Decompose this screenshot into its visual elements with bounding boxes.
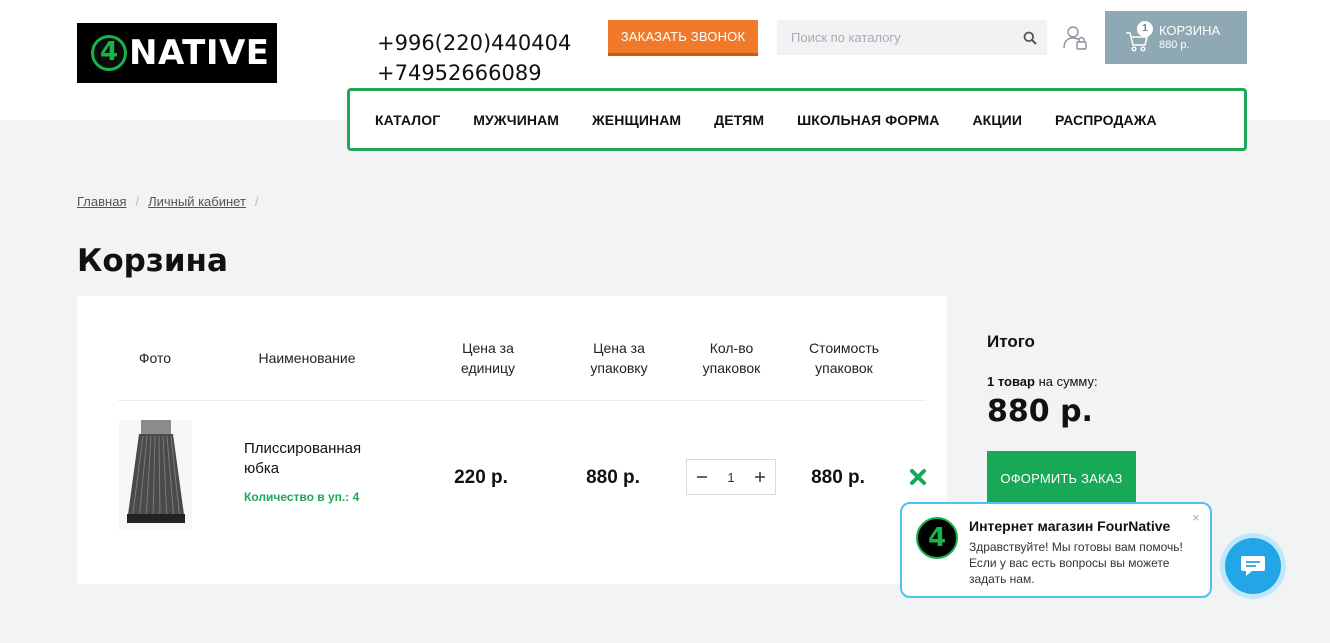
logo[interactable]: 4 NATIVE: [77, 23, 277, 83]
order-callback-button[interactable]: ЗАКАЗАТЬ ЗВОНОК: [608, 20, 758, 56]
search-bar: [777, 20, 1047, 55]
page-title: Корзина: [77, 243, 228, 279]
column-header-total: Стоимость упаковок: [808, 340, 880, 376]
checkout-button[interactable]: ОФОРМИТЬ ЗАКАЗ: [987, 451, 1136, 505]
nav-item-school-uniform[interactable]: ШКОЛЬНАЯ ФОРМА: [797, 112, 939, 128]
nav-item-sale[interactable]: РАСПРОДАЖА: [1055, 112, 1157, 128]
chat-close-icon[interactable]: ×: [1192, 510, 1200, 525]
chat-operator-name: Интернет магазин FourNative: [969, 518, 1171, 534]
chat-greeting-popup[interactable]: 4 Интернет магазин FourNative Здравствуй…: [900, 502, 1212, 598]
pack-price: 880 р.: [586, 467, 640, 488]
unit-price: 220 р.: [454, 467, 508, 488]
breadcrumb-home[interactable]: Главная: [77, 194, 126, 209]
breadcrumb-separator: /: [254, 194, 259, 209]
chat-avatar: 4: [916, 517, 958, 559]
breadcrumb-account[interactable]: Личный кабинет: [148, 194, 246, 209]
quantity-stepper: 1: [686, 459, 776, 495]
cart-button[interactable]: 1 КОРЗИНА 880 р.: [1105, 11, 1247, 64]
quantity-increase-button[interactable]: [745, 460, 775, 494]
product-name[interactable]: Плиссированная юбка: [244, 439, 394, 479]
chat-message: Здравствуйте! Мы готовы вам помочь! Если…: [969, 540, 1183, 586]
search-input[interactable]: [777, 20, 1013, 55]
table-divider: [118, 400, 926, 401]
summary-title: Итого: [987, 332, 1035, 351]
quantity-value[interactable]: 1: [717, 470, 745, 485]
cart-table: Фото Наименование Цена за единицу Цена за…: [77, 296, 947, 584]
breadcrumb: Главная / Личный кабинет /: [77, 194, 268, 209]
quantity-decrease-button[interactable]: [687, 460, 717, 494]
chat-launcher-button[interactable]: [1220, 533, 1286, 599]
nav-item-kids[interactable]: ДЕТЯМ: [714, 112, 764, 128]
breadcrumb-separator: /: [135, 194, 140, 209]
summary-total: 880 р.: [987, 394, 1093, 429]
logo-text: NATIVE: [129, 33, 270, 73]
summary-item-count: 1 товар на сумму:: [987, 374, 1098, 389]
column-header-unit-price: Цена за единицу: [460, 340, 516, 376]
chat-icon: [1241, 556, 1265, 576]
row-total: 880 р.: [811, 467, 865, 488]
nav-item-catalog[interactable]: КАТАЛОГ: [375, 112, 440, 128]
product-pack-info: Количество в уп.: 4: [244, 490, 360, 504]
nav-item-promotions[interactable]: АКЦИИ: [972, 112, 1022, 128]
remove-item-icon[interactable]: [909, 468, 927, 486]
column-header-photo: Фото: [138, 350, 172, 366]
cart-icon: 1: [1125, 20, 1153, 52]
phone-number[interactable]: +74952666089: [377, 58, 571, 88]
nav-item-women[interactable]: ЖЕНЩИНАМ: [592, 112, 681, 128]
column-header-name: Наименование: [258, 350, 356, 366]
column-header-pack-price: Цена за упаковку: [590, 340, 648, 376]
search-icon[interactable]: [1013, 20, 1047, 55]
product-photo[interactable]: [119, 420, 192, 530]
logo-mark: 4: [91, 35, 127, 71]
cart-label: КОРЗИНА: [1159, 22, 1221, 38]
cart-count-badge: 1: [1137, 20, 1153, 37]
main-navigation: КАТАЛОГ МУЖЧИНАМ ЖЕНЩИНАМ ДЕТЯМ ШКОЛЬНАЯ…: [347, 88, 1247, 151]
cart-sum: 880 р.: [1159, 38, 1190, 51]
phone-numbers: +996(220)440404 +74952666089: [377, 28, 571, 88]
column-header-quantity: Кол-во упаковок: [702, 340, 761, 376]
user-account-icon[interactable]: [1063, 25, 1087, 51]
phone-number[interactable]: +996(220)440404: [377, 28, 571, 58]
nav-item-men[interactable]: МУЖЧИНАМ: [473, 112, 559, 128]
